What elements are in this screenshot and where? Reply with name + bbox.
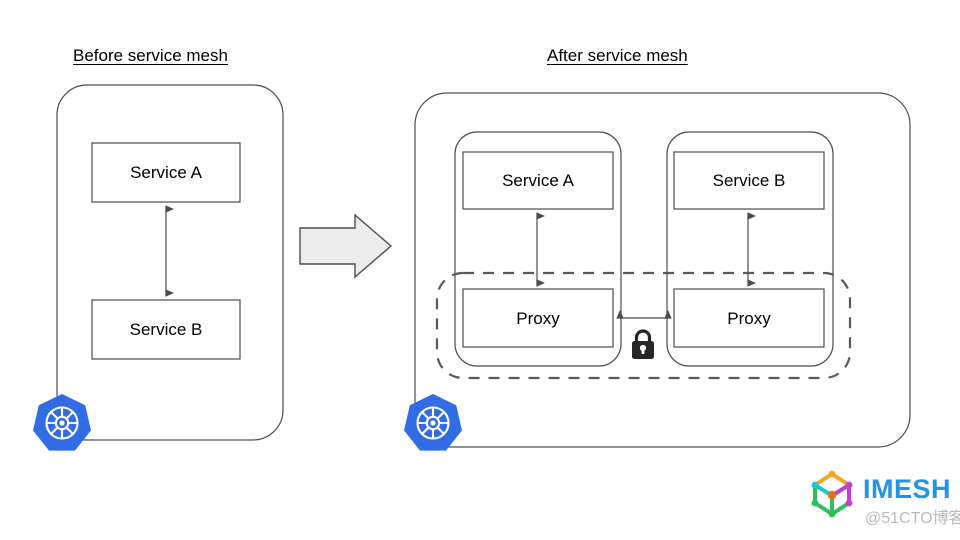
before-service-b-label: Service B [129, 320, 203, 339]
after-proxy-b-label: Proxy [727, 309, 771, 328]
transition-right-block-arrow [299, 213, 393, 279]
after-service-a-label: Service A [502, 171, 574, 190]
after-service-b-label: Service B [712, 171, 786, 190]
before-service-a-label: Service A [130, 163, 202, 182]
imesh-branding: IMESH @51CTO博客 [805, 468, 960, 534]
after-cluster-boundary [414, 92, 911, 448]
lock-icon [632, 329, 654, 359]
before-cluster-boundary [56, 84, 284, 441]
after-proxy-a-label: Proxy [516, 309, 560, 328]
kubernetes-icon-before [33, 394, 91, 451]
diagram-canvas: Before service mesh After service mesh S… [0, 0, 960, 540]
imesh-wordmark: IMESH [863, 474, 952, 504]
diagram-vector-layer [33, 84, 911, 518]
source-watermark: @51CTO博客 [865, 510, 960, 527]
kubernetes-icon-after [404, 394, 462, 451]
